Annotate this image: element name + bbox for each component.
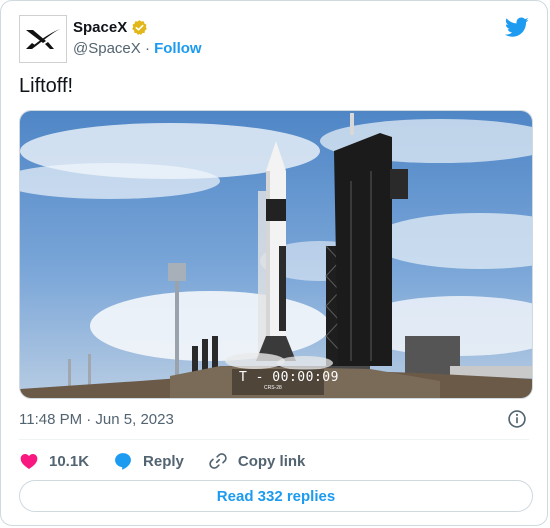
twitter-bird-icon[interactable] <box>505 15 529 39</box>
link-icon <box>209 453 227 469</box>
mission-overlay-label: CRS-28 <box>264 385 282 391</box>
like-count: 10.1K <box>49 452 90 470</box>
author-handle[interactable]: @SpaceX <box>73 40 141 57</box>
reply-icon <box>115 453 131 470</box>
follow-button[interactable]: Follow <box>154 40 202 57</box>
divider <box>19 439 529 440</box>
copy-link-action[interactable]: Copy link <box>208 451 306 471</box>
reply-action[interactable]: Reply <box>113 451 184 471</box>
tweet-card: SpaceX @SpaceX · Follow Liftoff! T - 00:… <box>0 0 548 526</box>
verified-badge-icon <box>132 20 147 35</box>
info-icon[interactable] <box>507 409 527 429</box>
heart-icon <box>20 454 38 469</box>
author-name[interactable]: SpaceX <box>73 19 127 36</box>
spacex-logo-icon <box>26 29 60 49</box>
author-handle-row: @SpaceX · Follow <box>73 40 202 57</box>
like-action[interactable]: 10.1K <box>19 451 89 471</box>
tweet-text: Liftoff! <box>19 75 74 97</box>
reply-label: Reply <box>143 452 184 470</box>
launch-video-frame <box>20 111 532 398</box>
copy-link-label: Copy link <box>237 452 306 470</box>
read-replies-button[interactable]: Read 332 replies <box>19 480 533 512</box>
avatar[interactable] <box>19 15 67 63</box>
handle-separator: · <box>144 40 150 57</box>
author-name-row: SpaceX <box>73 19 148 36</box>
tweet-actions: 10.1K Reply Copy link <box>19 451 329 471</box>
tweet-timestamp[interactable]: 11:48 PM · Jun 5, 2023 <box>19 411 174 428</box>
countdown-overlay: T - 00:00:09 <box>239 370 339 385</box>
tweet-media[interactable] <box>19 110 533 399</box>
